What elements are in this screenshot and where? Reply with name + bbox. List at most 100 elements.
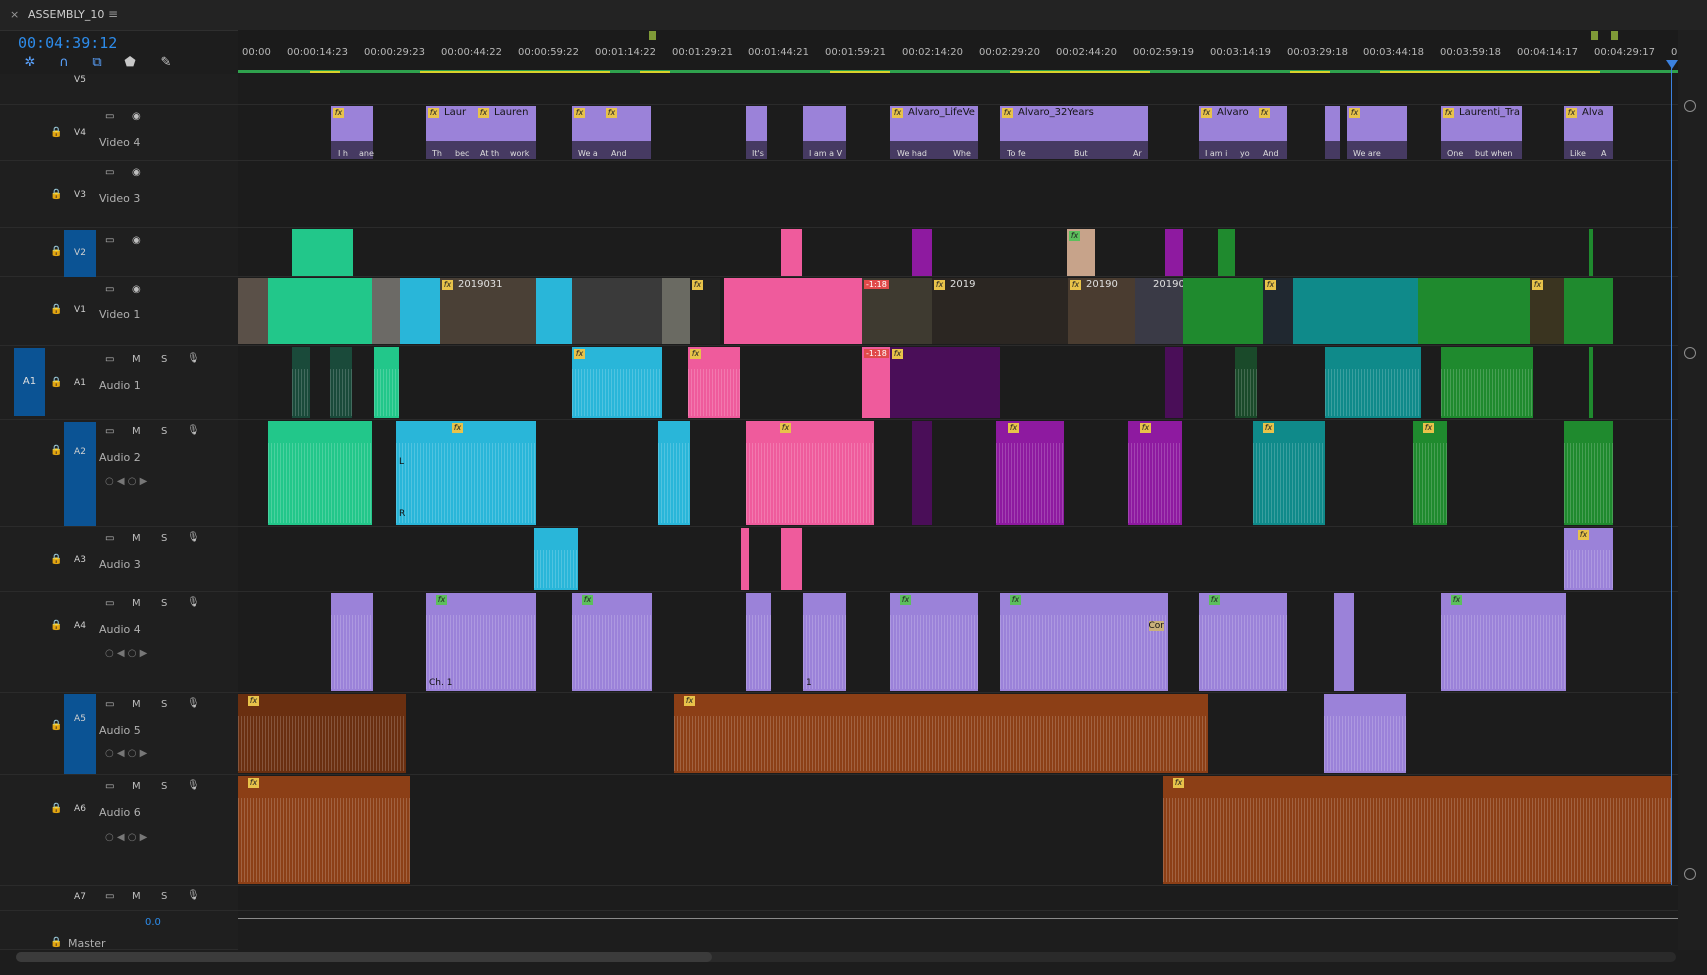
audio-clip[interactable] xyxy=(741,528,749,590)
lock-icon[interactable]: 🔒 xyxy=(50,127,62,138)
film-icon[interactable]: ▭ xyxy=(105,533,114,544)
audio-clip[interactable] xyxy=(292,347,310,418)
audio-clip[interactable]: fx Cor xyxy=(1000,593,1168,691)
audio-clip[interactable] xyxy=(1235,347,1257,418)
solo-button[interactable]: S xyxy=(161,781,167,792)
film-icon[interactable]: ▭ xyxy=(105,891,114,902)
audio-clip[interactable] xyxy=(912,421,932,525)
video-clip[interactable] xyxy=(238,278,268,344)
panel-menu-icon[interactable]: ≡ xyxy=(108,7,118,21)
audio-clip[interactable] xyxy=(330,347,352,418)
film-icon[interactable]: ▭ xyxy=(105,284,114,295)
audio-clip[interactable] xyxy=(331,593,373,691)
ripple-icon[interactable]: ✲ xyxy=(22,56,38,70)
playhead-line[interactable] xyxy=(1671,60,1672,885)
vertical-scroll-area[interactable] xyxy=(1678,30,1707,950)
solo-button[interactable]: S xyxy=(161,533,167,544)
eye-icon[interactable]: ◉ xyxy=(132,167,141,178)
video-clip[interactable]: -1:18 xyxy=(862,278,932,344)
video-clip[interactable] xyxy=(912,229,932,276)
lock-icon[interactable]: 🔒 xyxy=(50,304,62,315)
video-clip[interactable] xyxy=(572,278,662,344)
audio-clip[interactable]: fx xyxy=(890,347,1000,418)
audio-clip[interactable] xyxy=(268,421,372,525)
audio-clip[interactable]: fx xyxy=(1441,593,1566,691)
audio-clip[interactable] xyxy=(1325,347,1421,418)
track-area-v3[interactable] xyxy=(238,161,1678,228)
track-id[interactable]: V2 xyxy=(64,230,96,277)
audio-clip[interactable] xyxy=(781,528,802,590)
audio-clip[interactable]: fx xyxy=(674,694,1208,773)
video-clip[interactable]: fx xyxy=(690,278,720,344)
audio-clip[interactable]: fx xyxy=(238,694,406,773)
zoom-scroll-thumb[interactable] xyxy=(16,952,712,962)
video-clip[interactable]: fx xyxy=(1263,278,1293,344)
keyframe-nav-icon[interactable]: ○ ◀ ○ ▶ xyxy=(105,648,147,659)
track-id[interactable]: A3 xyxy=(64,555,96,565)
video-clip[interactable] xyxy=(724,278,862,344)
mute-button[interactable]: M xyxy=(132,533,141,544)
audio-clip[interactable]: fx xyxy=(572,593,652,691)
video-clip[interactable] xyxy=(1183,278,1263,344)
mute-button[interactable]: M xyxy=(132,781,141,792)
keyframe-nav-icon[interactable]: ○ ◀ ○ ▶ xyxy=(105,748,147,759)
track-area-v2[interactable] xyxy=(238,228,1678,277)
track-id[interactable]: A6 xyxy=(64,804,96,814)
wrench-icon[interactable]: ✎ xyxy=(158,56,174,70)
audio-clip[interactable] xyxy=(1165,347,1183,418)
solo-button[interactable]: S xyxy=(161,354,167,365)
video-clip[interactable] xyxy=(1165,229,1183,276)
video-clip[interactable]: fx xyxy=(1530,278,1564,344)
video-clip[interactable]: fx xyxy=(1067,229,1095,276)
eye-icon[interactable]: ◉ xyxy=(132,284,141,295)
keyframe-nav-icon[interactable]: ○ ◀ ○ ▶ xyxy=(105,476,147,487)
mute-button[interactable]: M xyxy=(132,891,141,902)
audio-clip[interactable] xyxy=(746,593,771,691)
video-clip[interactable]: fx 2019031 xyxy=(440,278,536,344)
audio-clip[interactable] xyxy=(1334,593,1354,691)
video-clip[interactable] xyxy=(1564,278,1613,344)
keyframe-nav-icon[interactable]: ○ ◀ ○ ▶ xyxy=(105,832,147,843)
track-id[interactable]: A7 xyxy=(64,892,96,902)
lock-icon[interactable]: 🔒 xyxy=(50,803,62,814)
solo-button[interactable]: S xyxy=(161,699,167,710)
mic-icon[interactable]: 🎙 xyxy=(187,425,200,436)
audio-clip[interactable] xyxy=(1564,421,1613,525)
mic-icon[interactable]: 🎙 xyxy=(187,353,200,364)
audio-clip[interactable]: fx xyxy=(1128,421,1182,525)
film-icon[interactable]: ▭ xyxy=(105,598,114,609)
track-id[interactable]: A2 xyxy=(64,422,96,526)
audio-clip[interactable]: fx L R xyxy=(396,421,536,525)
audio-clip[interactable]: fx xyxy=(1199,593,1287,691)
master-volume[interactable]: 0.0 xyxy=(145,917,161,928)
film-icon[interactable]: ▭ xyxy=(105,235,114,246)
scroll-handle[interactable] xyxy=(1684,868,1696,880)
audio-clip[interactable] xyxy=(1441,347,1533,418)
audio-clip[interactable] xyxy=(374,347,399,418)
track-area-a3[interactable] xyxy=(238,527,1678,592)
track-id[interactable]: V1 xyxy=(64,305,96,315)
audio-clip[interactable] xyxy=(1589,347,1593,418)
mute-button[interactable]: M xyxy=(132,354,141,365)
timeline-marker[interactable] xyxy=(1591,31,1598,40)
lock-icon[interactable]: 🔒 xyxy=(50,445,62,456)
playhead-timecode[interactable]: 00:04:39:12 xyxy=(18,34,117,52)
video-clip[interactable]: fx 2019 xyxy=(932,278,1068,344)
video-clip[interactable] xyxy=(662,278,690,344)
video-clip[interactable] xyxy=(1325,106,1340,159)
track-area-v5[interactable] xyxy=(238,74,1678,105)
scroll-handle[interactable] xyxy=(1684,100,1696,112)
close-sequence-button[interactable]: × xyxy=(10,8,19,21)
audio-clip[interactable]: fx xyxy=(996,421,1064,525)
mic-icon[interactable]: 🎙 xyxy=(187,780,200,791)
audio-clip[interactable]: fx xyxy=(1564,528,1613,590)
eye-icon[interactable]: ◉ xyxy=(132,111,141,122)
audio-clip[interactable]: 1 xyxy=(803,593,846,691)
audio-clip[interactable]: fx xyxy=(572,347,662,418)
audio-clip[interactable] xyxy=(1324,694,1406,773)
track-area-a7[interactable] xyxy=(238,886,1678,911)
lock-icon[interactable]: 🔒 xyxy=(50,720,62,731)
solo-button[interactable]: S xyxy=(161,891,167,902)
mic-icon[interactable]: 🎙 xyxy=(187,890,200,901)
eye-icon[interactable]: ◉ xyxy=(132,235,141,246)
